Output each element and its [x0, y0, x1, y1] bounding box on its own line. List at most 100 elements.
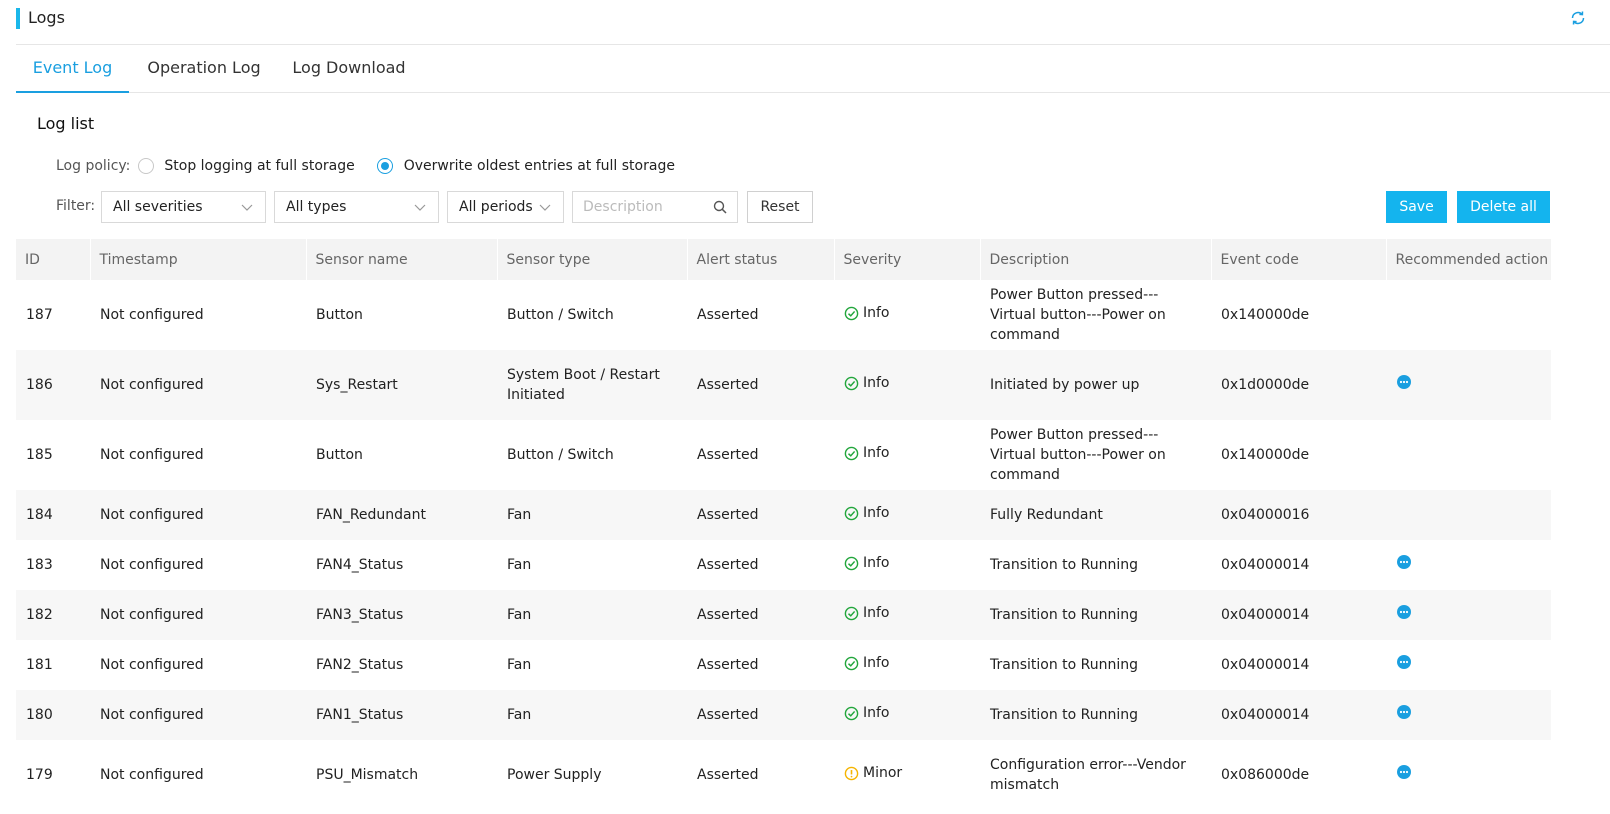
cell-id: 183	[26, 557, 53, 573]
severity-label: Info	[863, 445, 890, 462]
cell-event-code: 0x1d0000de	[1211, 350, 1386, 420]
event-log-table: ID Timestamp Sensor name Sensor type Ale…	[16, 239, 1552, 810]
cell-alert-status: Asserted	[697, 557, 759, 573]
cell-event-code: 0x086000de	[1221, 767, 1310, 783]
chevron-down-icon	[414, 204, 426, 211]
column-header-sensor-name: Sensor name	[306, 239, 498, 280]
table-row[interactable]: 185 Not configured Button Button / Switch As…	[16, 420, 1551, 490]
tab-log-download[interactable]: Log Download	[284, 45, 414, 93]
cell-recommended-action	[1386, 690, 1551, 740]
cell-sensor-name: Button	[316, 307, 363, 323]
reset-button[interactable]: Reset	[747, 191, 813, 223]
filter-bar: Filter: All severities All types All per…	[56, 191, 1550, 223]
check-circle-icon	[844, 376, 859, 391]
cell-alert-status: Asserted	[687, 350, 834, 420]
cell-event-code: 0x04000016	[1211, 490, 1386, 540]
cell-timestamp: Not configured	[100, 557, 204, 573]
cell-timestamp: Not configured	[90, 350, 306, 420]
cell-event-code: 0x04000014	[1221, 557, 1310, 573]
cell-event-code: 0x04000014	[1211, 590, 1386, 640]
cell-id: 187	[26, 307, 53, 323]
radio-stop-logging-label[interactable]: Stop logging at full storage	[164, 158, 354, 174]
cell-description: Fully Redundant	[980, 490, 1211, 540]
severity-select[interactable]: All severities	[101, 191, 266, 223]
severity-label: Info	[863, 705, 890, 722]
table-row[interactable]: 186 Not configured Sys_Restart System Boot …	[16, 350, 1551, 420]
cell-alert-status: Asserted	[687, 590, 834, 640]
cell-event-code: 0x04000014	[1221, 657, 1310, 673]
cell-sensor-type: Power Supply	[507, 767, 602, 783]
radio-stop-logging[interactable]	[138, 158, 155, 174]
table-row[interactable]: 182 Not configured FAN3_Status Fan Asserted I…	[16, 590, 1551, 640]
table-row[interactable]: 181 Not configured FAN2_Status Fan Asserted I…	[16, 640, 1551, 690]
more-icon[interactable]	[1397, 555, 1411, 569]
radio-overwrite-oldest-label[interactable]: Overwrite oldest entries at full storage	[404, 158, 675, 174]
cell-id: 182	[16, 590, 90, 640]
period-select[interactable]: All periods	[447, 191, 564, 223]
cell-severity: Info	[834, 350, 980, 420]
cell-id: 185	[26, 447, 53, 463]
cell-description: Transition to Running	[990, 657, 1139, 673]
tab-operation-log[interactable]: Operation Log	[139, 45, 269, 93]
check-circle-icon	[844, 506, 859, 521]
cell-timestamp: Not configured	[90, 690, 306, 740]
cell-sensor-type: Fan	[497, 590, 687, 640]
tab-event-log[interactable]: Event Log	[16, 45, 129, 93]
more-icon[interactable]	[1397, 375, 1411, 389]
chevron-down-icon	[539, 204, 551, 211]
refresh-icon[interactable]	[1570, 10, 1586, 26]
cell-sensor-type: Button / Switch	[507, 447, 614, 463]
severity-label: Info	[863, 375, 890, 392]
cell-description: Configuration error---Vendor mismatch	[990, 757, 1186, 793]
cell-description: Transition to Running	[980, 690, 1211, 740]
cell-timestamp: Not configured	[90, 490, 306, 540]
tab-bar: Event Log Operation Log Log Download	[16, 45, 1610, 93]
severity-label: Info	[863, 605, 890, 622]
column-header-id: ID	[16, 239, 91, 280]
cell-recommended-action	[1386, 590, 1551, 640]
table-row[interactable]: 183 Not configured FAN4_Status Fan Asserted I…	[16, 540, 1551, 590]
cell-description: Power Button pressed---Virtual button---…	[990, 287, 1166, 343]
cell-event-code: 0x04000014	[1211, 690, 1386, 740]
severity-label: Minor	[863, 765, 903, 782]
cell-sensor-name: PSU_Mismatch	[316, 767, 419, 783]
description-search	[572, 191, 738, 223]
cell-timestamp: Not configured	[100, 767, 204, 783]
more-icon[interactable]	[1397, 705, 1411, 719]
save-button[interactable]: Save	[1386, 191, 1447, 223]
table-row[interactable]: 180 Not configured FAN1_Status Fan Asserted I…	[16, 690, 1551, 740]
type-select[interactable]: All types	[274, 191, 439, 223]
more-icon[interactable]	[1397, 655, 1411, 669]
cell-recommended-action	[1386, 490, 1551, 540]
search-icon[interactable]	[713, 200, 727, 214]
cell-severity: Minor	[834, 740, 980, 810]
cell-timestamp: Not configured	[100, 657, 204, 673]
cell-severity: Info	[834, 690, 980, 740]
cell-id: 184	[16, 490, 90, 540]
cell-description: Initiated by power up	[980, 350, 1211, 420]
more-icon[interactable]	[1397, 605, 1411, 619]
severity-label: Info	[863, 305, 890, 322]
radio-overwrite-oldest[interactable]	[376, 158, 393, 174]
delete-all-button[interactable]: Delete all	[1457, 191, 1550, 223]
type-select-value: All types	[286, 199, 347, 215]
cell-alert-status: Asserted	[687, 690, 834, 740]
column-header-recommended-action: Recommended action	[1386, 239, 1552, 280]
cell-sensor-name: FAN1_Status	[306, 690, 497, 740]
more-icon[interactable]	[1397, 765, 1411, 779]
cell-timestamp: Not configured	[90, 590, 306, 640]
log-policy: Log policy: Stop logging at full storage…	[56, 156, 675, 176]
check-circle-icon	[844, 306, 859, 321]
cell-sensor-name: FAN_Redundant	[306, 490, 497, 540]
description-search-input[interactable]	[573, 192, 703, 222]
filter-label: Filter:	[56, 198, 96, 214]
check-circle-icon	[844, 706, 859, 721]
table-row[interactable]: 179 Not configured PSU_Mismatch Power Suppl…	[16, 740, 1551, 810]
cell-id: 181	[26, 657, 53, 673]
cell-id: 180	[16, 690, 90, 740]
log-policy-label: Log policy:	[56, 158, 131, 174]
table-row[interactable]: 187 Not configured Button Button / Switch As…	[16, 280, 1551, 350]
cell-sensor-name: Sys_Restart	[306, 350, 497, 420]
table-row[interactable]: 184 Not configured FAN_Redundant Fan Asserte…	[16, 490, 1551, 540]
chevron-down-icon	[241, 204, 253, 211]
